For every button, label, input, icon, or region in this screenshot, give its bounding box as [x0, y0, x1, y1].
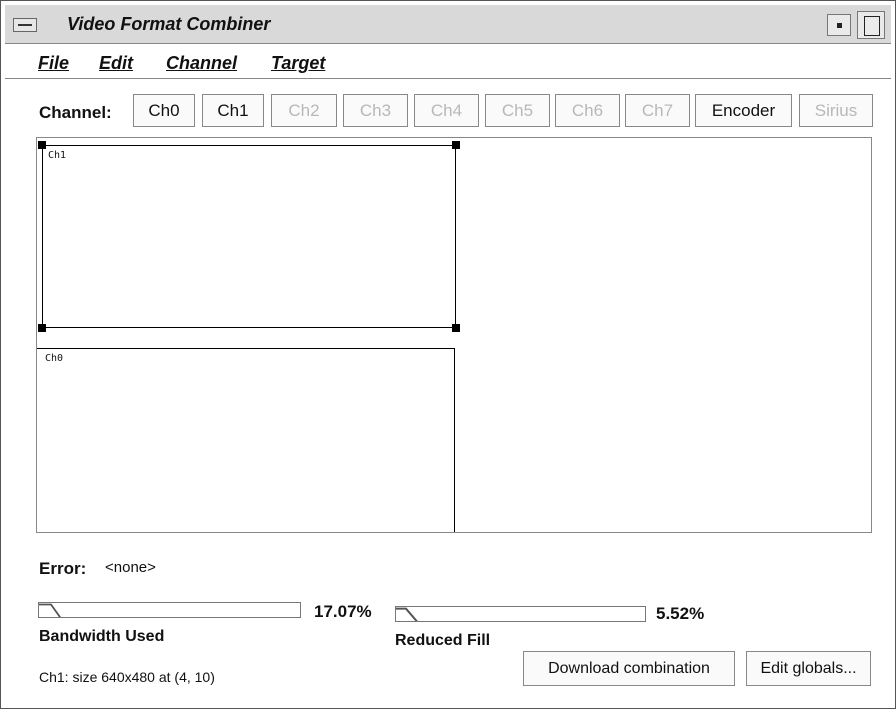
reduced-fill-percent: 5.52%: [656, 604, 705, 623]
channel-button-ch4[interactable]: Ch4: [414, 94, 479, 127]
channel-button-ch6[interactable]: Ch6: [555, 94, 620, 127]
menu-bar: File Edit Channel Target: [5, 44, 891, 79]
resize-handle-top-left[interactable]: [38, 141, 46, 149]
window-title: Video Format Combiner: [67, 14, 271, 34]
reduced-fill-meter: [395, 606, 646, 622]
download-combination-button[interactable]: Download combination: [523, 651, 735, 686]
layout-canvas[interactable]: Ch1 Ch0: [36, 137, 872, 533]
resize-handle-bottom-right[interactable]: [452, 324, 460, 332]
channel-rect-ch1[interactable]: Ch1: [42, 145, 456, 328]
error-label: Error:: [39, 559, 87, 578]
error-value: <none>: [105, 559, 156, 576]
status-text: Ch1: size 640x480 at (4, 10): [39, 669, 215, 685]
channel-button-ch3[interactable]: Ch3: [343, 94, 408, 127]
bandwidth-meter-fill: [39, 603, 62, 617]
app-window: Video Format Combiner File Edit Channel …: [0, 0, 896, 709]
channel-button-ch0[interactable]: Ch0: [133, 94, 195, 127]
minimize-icon[interactable]: [827, 14, 851, 36]
title-bar[interactable]: Video Format Combiner: [5, 5, 891, 44]
reduced-fill-label: Reduced Fill: [395, 632, 491, 649]
channel-label: Channel:: [39, 103, 112, 122]
bandwidth-label: Bandwidth Used: [39, 628, 165, 645]
channel-button-ch1[interactable]: Ch1: [202, 94, 264, 127]
resize-handle-bottom-left[interactable]: [38, 324, 46, 332]
channel-rect-label: Ch0: [45, 353, 64, 364]
menu-target[interactable]: Target: [271, 53, 325, 74]
bandwidth-meter: [38, 602, 301, 618]
channel-button-ch7[interactable]: Ch7: [625, 94, 690, 127]
bandwidth-percent: 17.07%: [314, 602, 372, 621]
channel-button-ch5[interactable]: Ch5: [485, 94, 550, 127]
edit-globals-button[interactable]: Edit globals...: [746, 651, 871, 686]
menu-edit[interactable]: Edit: [99, 53, 133, 74]
channel-button-sirius[interactable]: Sirius: [799, 94, 873, 127]
maximize-icon[interactable]: [857, 11, 885, 39]
channel-rect-ch0[interactable]: Ch0: [37, 348, 455, 532]
channel-rect-label: Ch1: [48, 150, 67, 161]
channel-button-ch2[interactable]: Ch2: [271, 94, 337, 127]
window-menu-icon[interactable]: [13, 18, 37, 32]
reduced-fill-meter-fill: [396, 607, 418, 621]
menu-channel[interactable]: Channel: [166, 53, 237, 74]
menu-file[interactable]: File: [38, 53, 69, 74]
channel-button-encoder[interactable]: Encoder: [695, 94, 792, 127]
resize-handle-top-right[interactable]: [452, 141, 460, 149]
